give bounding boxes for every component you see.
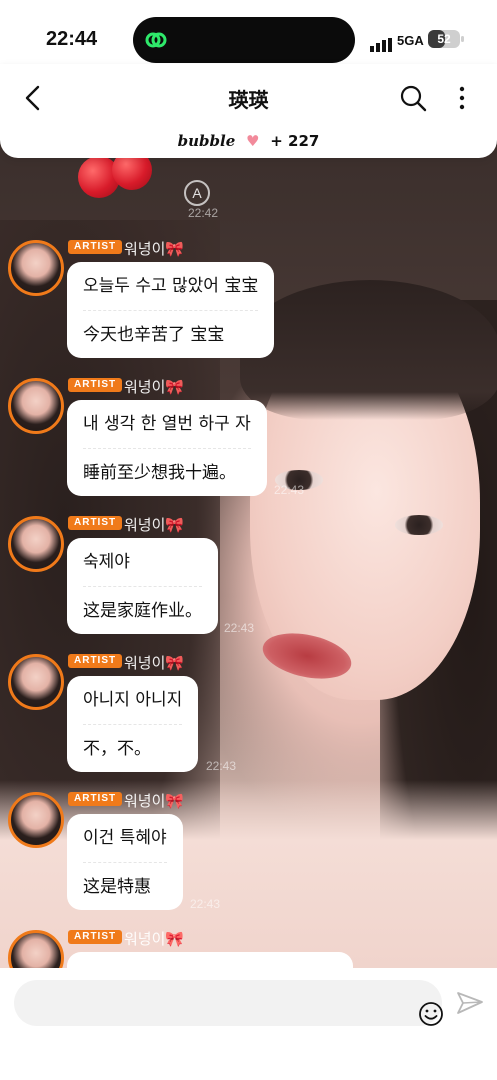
artist-badge: ARTIST xyxy=(68,378,123,392)
translate-icon[interactable]: A xyxy=(184,180,210,206)
message-time: 22:43 xyxy=(190,897,221,911)
message-input[interactable] xyxy=(14,980,444,1027)
message-text: 숙제야 xyxy=(83,552,130,572)
battery-level: 52 xyxy=(437,32,451,46)
message-bubble[interactable]: 숙제야 这是家庭作业。 xyxy=(67,538,218,634)
message-bubble[interactable]: 아니지 아니지 不，不。 xyxy=(67,676,199,772)
sender-name: 워녕이🎀 xyxy=(124,930,185,948)
message-bubble[interactable]: 내 생각 한 열번 하구 자 睡前至少想我十遍。 xyxy=(67,400,267,496)
photo-bangs xyxy=(240,280,497,420)
bubble-brand: bubble xyxy=(177,132,236,150)
translation-text: 不，不。 xyxy=(83,724,183,772)
artist-badge: ARTIST xyxy=(68,792,123,806)
sender-name: 워녕이🎀 xyxy=(124,654,185,672)
more-vertical-icon[interactable] xyxy=(452,84,472,112)
translation-text: 这是特惠 xyxy=(83,862,167,910)
status-time: 22:44 xyxy=(46,28,98,50)
avatar[interactable] xyxy=(8,378,64,434)
translation-text: 睡前至少想我十遍。 xyxy=(83,448,251,496)
message-time: 22:43 xyxy=(206,759,237,773)
avatar[interactable] xyxy=(8,654,64,710)
sender-name: 워녕이🎀 xyxy=(124,792,185,810)
subscriber-count: + 227 xyxy=(270,132,320,150)
message-text: 오늘두 수고 많았어 宝宝 xyxy=(83,276,259,296)
message-text: 아니지 아니지 xyxy=(83,690,183,710)
sender-name: 워녕이🎀 xyxy=(124,378,185,396)
sender-name: 워녕이🎀 xyxy=(124,240,185,258)
photo-eye-right xyxy=(395,515,443,535)
smiley-icon[interactable] xyxy=(418,1001,444,1027)
message-text: 내 생각 한 열번 하구 자 xyxy=(83,414,251,434)
message-time: 22:43 xyxy=(274,483,305,497)
message-time: 22:42 xyxy=(188,206,219,220)
artist-badge: ARTIST xyxy=(68,654,123,668)
message-bubble[interactable]: 이건 특혜야 这是特惠 xyxy=(67,814,183,910)
avatar[interactable] xyxy=(8,240,64,296)
network-type: 5GA xyxy=(397,33,424,48)
translation-text: 这是家庭作业。 xyxy=(83,586,202,634)
dynamic-island xyxy=(133,17,355,63)
translation-text: 今天也辛苦了 宝宝 xyxy=(83,310,259,358)
avatar[interactable] xyxy=(8,516,64,572)
artist-badge: ARTIST xyxy=(68,516,123,530)
sender-name: 워녕이🎀 xyxy=(124,516,185,534)
search-icon[interactable] xyxy=(399,84,427,112)
message-input-area xyxy=(0,968,497,1080)
battery-icon: 52 xyxy=(428,30,460,48)
message-bubble[interactable]: 오늘두 수고 많았어 宝宝 今天也辛苦了 宝宝 xyxy=(67,262,275,358)
avatar[interactable] xyxy=(8,792,64,848)
battery-cap xyxy=(461,36,464,42)
message-text: 이건 특혜야 xyxy=(83,828,167,848)
send-icon[interactable] xyxy=(456,990,484,1016)
link-icon xyxy=(145,32,167,48)
bubble-subscription-info[interactable]: bubble ♥ + 227 xyxy=(0,132,497,150)
heart-icon: ♥ xyxy=(246,132,260,150)
artist-badge: ARTIST xyxy=(68,240,123,254)
artist-badge: ARTIST xyxy=(68,930,123,944)
chat-header: 瑛瑛 bubble ♥ + 227 xyxy=(0,64,497,158)
message-time: 22:43 xyxy=(224,621,255,635)
signal-icon xyxy=(370,33,394,52)
